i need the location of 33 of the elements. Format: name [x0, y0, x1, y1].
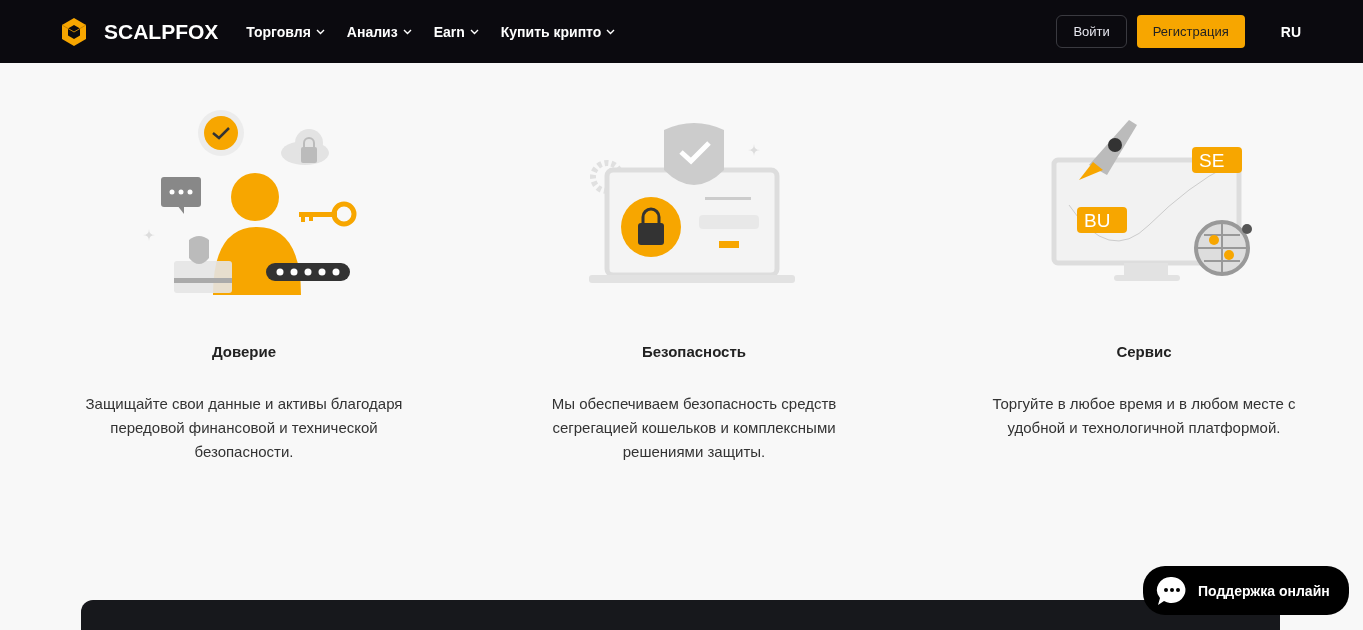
sparkle-icon	[748, 144, 760, 156]
feature-title: Сервис	[1116, 343, 1172, 360]
feature-description: Торгуйте в любое время и в любом месте с удобной и технологичной платформой.	[991, 394, 1297, 438]
brand-name[interactable]: SCALPFOX	[104, 19, 219, 44]
shield-card-icon	[174, 236, 232, 293]
support-chat-button[interactable]: Поддержка онлайн	[1143, 566, 1349, 615]
nav-menu[interactable]: Earn	[433, 23, 479, 40]
globe-icon	[1194, 220, 1252, 276]
cloud-lock-icon	[281, 129, 329, 165]
password-field-icon	[266, 263, 350, 281]
nav-menu[interactable]: Купить крипто	[500, 23, 616, 40]
check-badge-icon	[198, 110, 244, 156]
language-selector[interactable]: RU	[1280, 23, 1301, 40]
speech-bubble: BU	[1077, 207, 1127, 233]
logo-icon[interactable]	[60, 16, 88, 47]
chevron-icon	[402, 28, 412, 35]
padlock-icon	[621, 197, 681, 257]
feature-description: Мы обеспечиваем безопасность средств сегрегацией кошельков и комплексными решениями защиты.	[550, 394, 838, 462]
nav-menu[interactable]: Торговля	[246, 23, 325, 40]
register-button[interactable]: Регистрация	[1136, 15, 1245, 48]
chat-bubble-icon	[161, 177, 201, 214]
chevron-icon	[315, 28, 325, 35]
sparkle-icon	[143, 229, 155, 241]
chevron-icon	[606, 28, 616, 35]
chevron-icon	[469, 28, 479, 35]
feature-description: Защищайте свои данные и активы благодаря передовой финансовой и технической безопасности.	[84, 394, 404, 462]
shield-check-icon	[664, 123, 724, 185]
key-icon	[299, 201, 357, 227]
speech-bubble: SE	[1192, 147, 1242, 173]
feature-title: Доверие	[211, 343, 277, 360]
nav-menu[interactable]: Анализ	[346, 23, 412, 40]
login-button[interactable]: Войти	[1056, 15, 1127, 48]
feature-title: Безопасность	[641, 343, 747, 360]
